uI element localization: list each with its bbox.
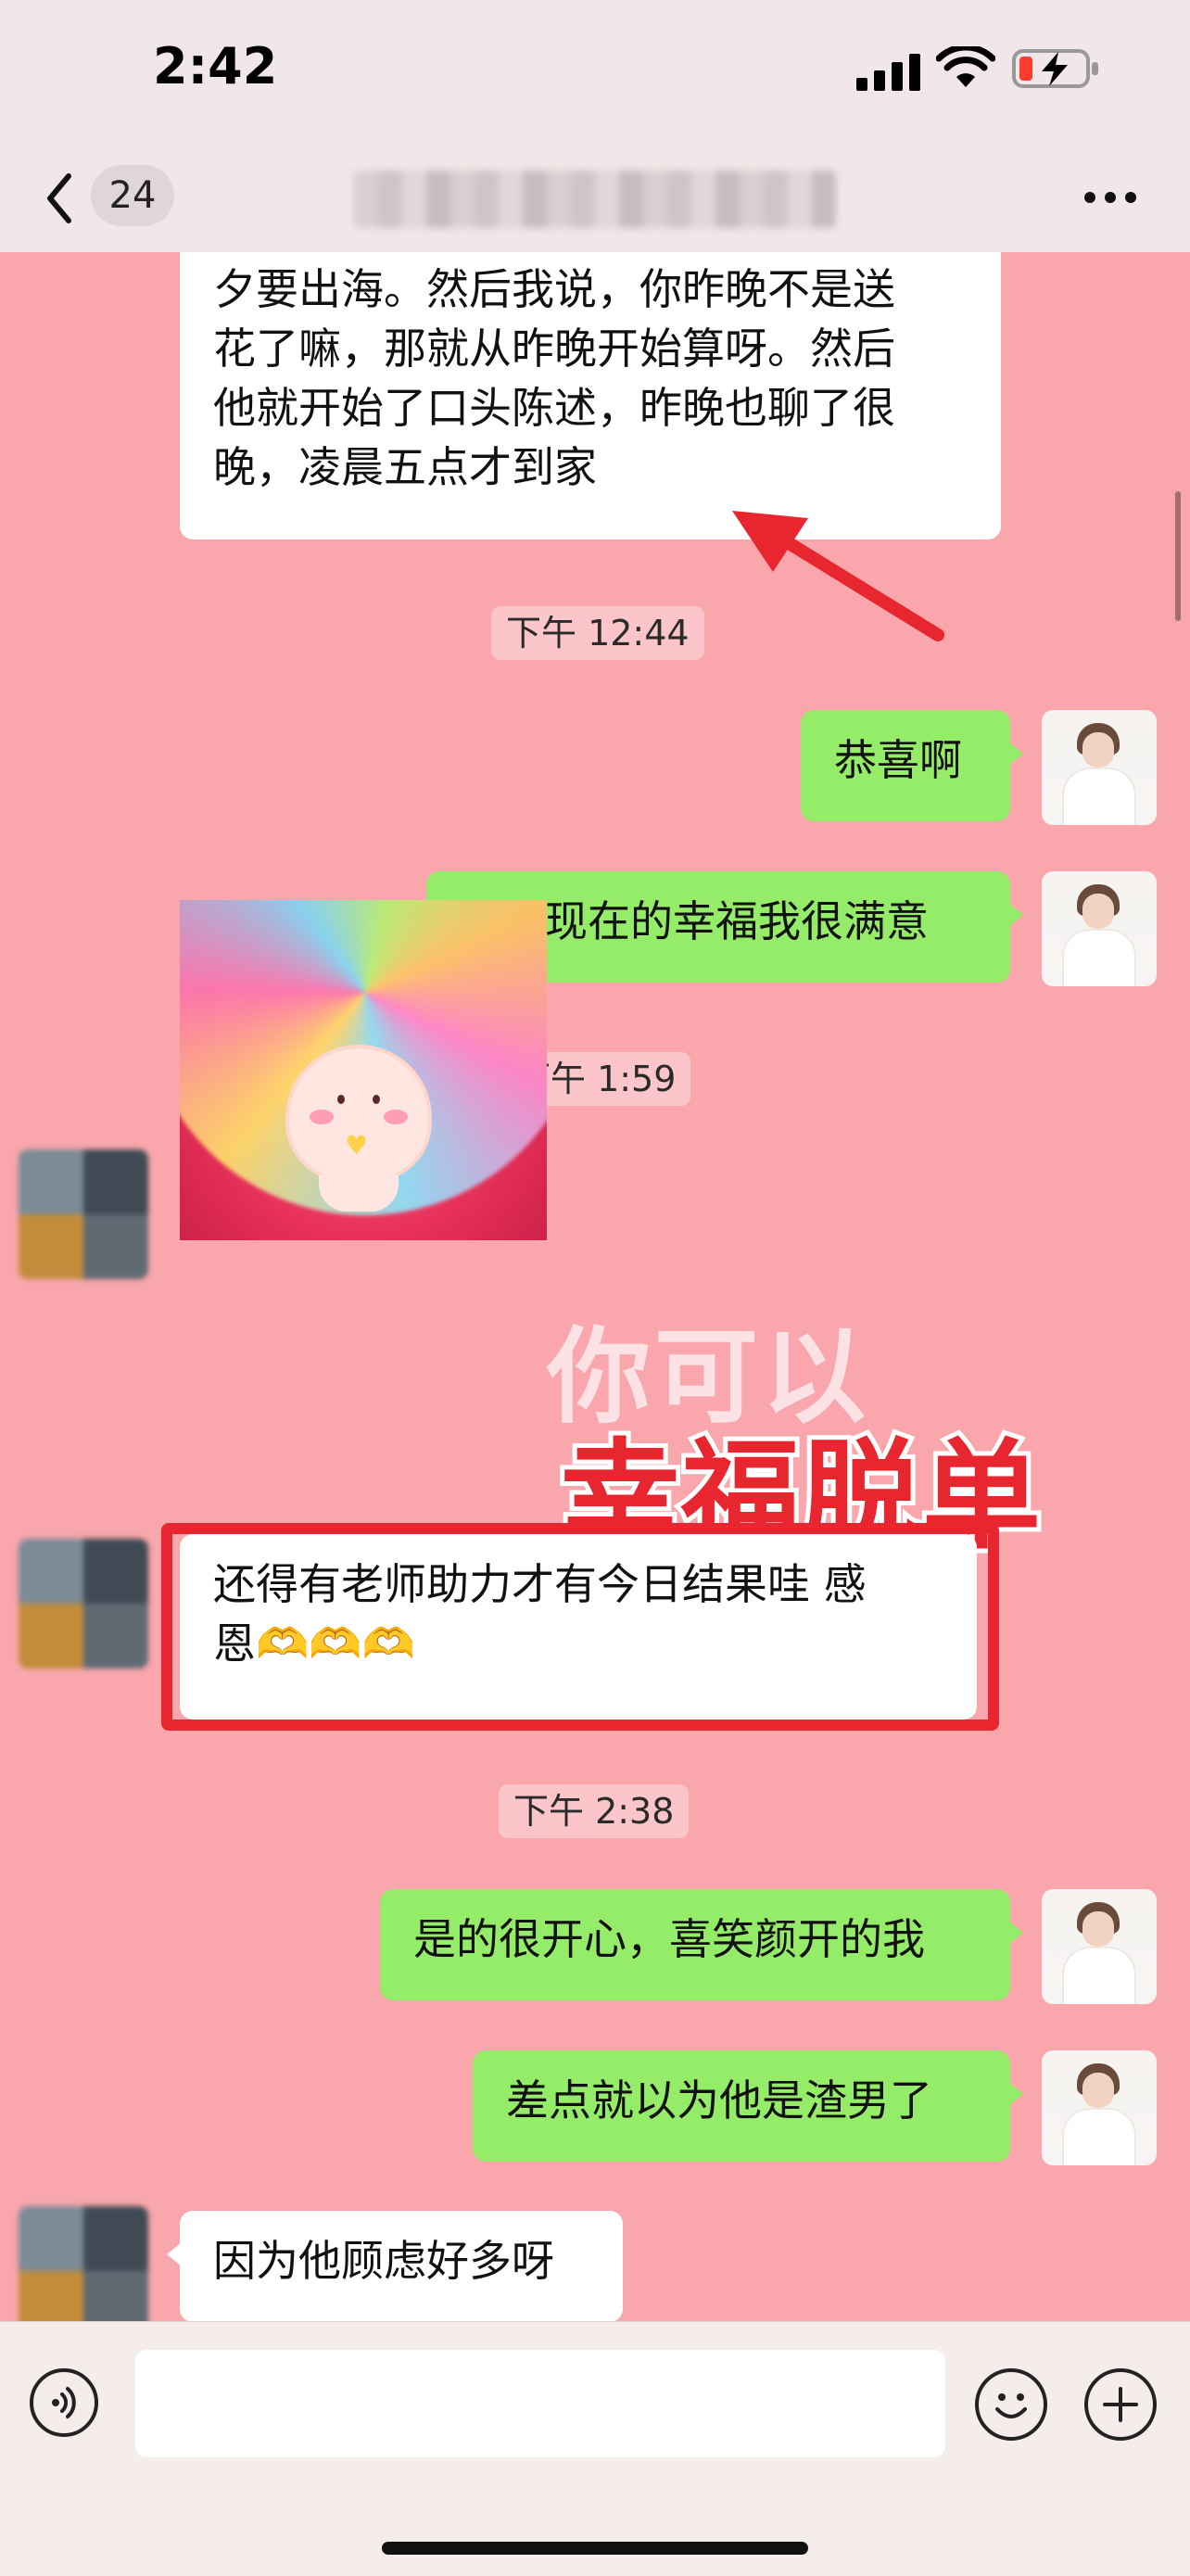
timestamp: 下午 12:44 [491,606,704,660]
wifi-icon [936,46,995,87]
status-time: 2:42 [153,37,278,95]
battery-low-charging-icon [1012,49,1098,88]
timestamp: 下午 2:38 [499,1784,690,1838]
avatar-self[interactable] [1042,2050,1157,2165]
avatar-self[interactable] [1042,871,1157,986]
message-list[interactable] [0,252,1190,2321]
chat-title-blurred [354,171,836,228]
input-bar [0,2321,1190,2576]
red-arrow-annotation [732,511,944,641]
red-highlight-box [161,1523,999,1731]
message-line: 他就开始了口头陈述，昨晚也聊了很 [213,383,895,433]
avatar-self[interactable] [1042,1889,1157,2004]
avatar-self[interactable] [1042,710,1157,825]
message-line: 夕要出海。然后我说，你昨晚不是送 [213,264,895,314]
voice-button[interactable] [30,2368,98,2437]
emoji-button[interactable] [975,2368,1047,2441]
message-line: 花了嘛，那就从昨晚开始算呀。然后 [213,324,895,374]
message-bubble-outgoing[interactable]: 差点就以为他是渣男了 [473,2050,1023,2162]
signal-icon [856,54,920,91]
home-indicator[interactable] [382,2542,808,2555]
emoji-icon [995,2393,1027,2418]
avatar-other-blurred[interactable] [19,1149,148,1279]
message-input[interactable] [135,2350,945,2457]
message-line: 晚，凌晨五点才到家 [213,442,597,492]
scroll-indicator[interactable] [1175,491,1181,621]
chat-header: 24 [0,148,1190,252]
plus-icon [1103,2387,1138,2422]
plus-button[interactable] [1084,2368,1157,2441]
message-bubble-outgoing[interactable]: 恭喜啊 [801,710,1023,821]
avatar-other-blurred[interactable] [19,2206,148,2336]
message-bubble-outgoing[interactable]: 是的很开心，喜笑颜开的我 [380,1889,1023,2000]
unread-count-badge[interactable]: 24 [91,165,174,226]
message-bubble-incoming[interactable]: 因为他顾虑好多呀 [167,2211,623,2322]
status-bar: 2:42 [0,0,1190,148]
chevron-left-icon[interactable] [43,169,76,228]
more-dots-icon[interactable] [1082,188,1138,207]
message-bubble-incoming[interactable]: 夕要出海。然后我说，你昨晚不是送 花了嘛，那就从昨晚开始算呀。然后 他就开始了口… [180,252,1001,539]
voice-icon [52,2387,76,2418]
sticker-image[interactable]: ♥ [180,900,547,1240]
avatar-other-blurred[interactable] [19,1539,148,1669]
